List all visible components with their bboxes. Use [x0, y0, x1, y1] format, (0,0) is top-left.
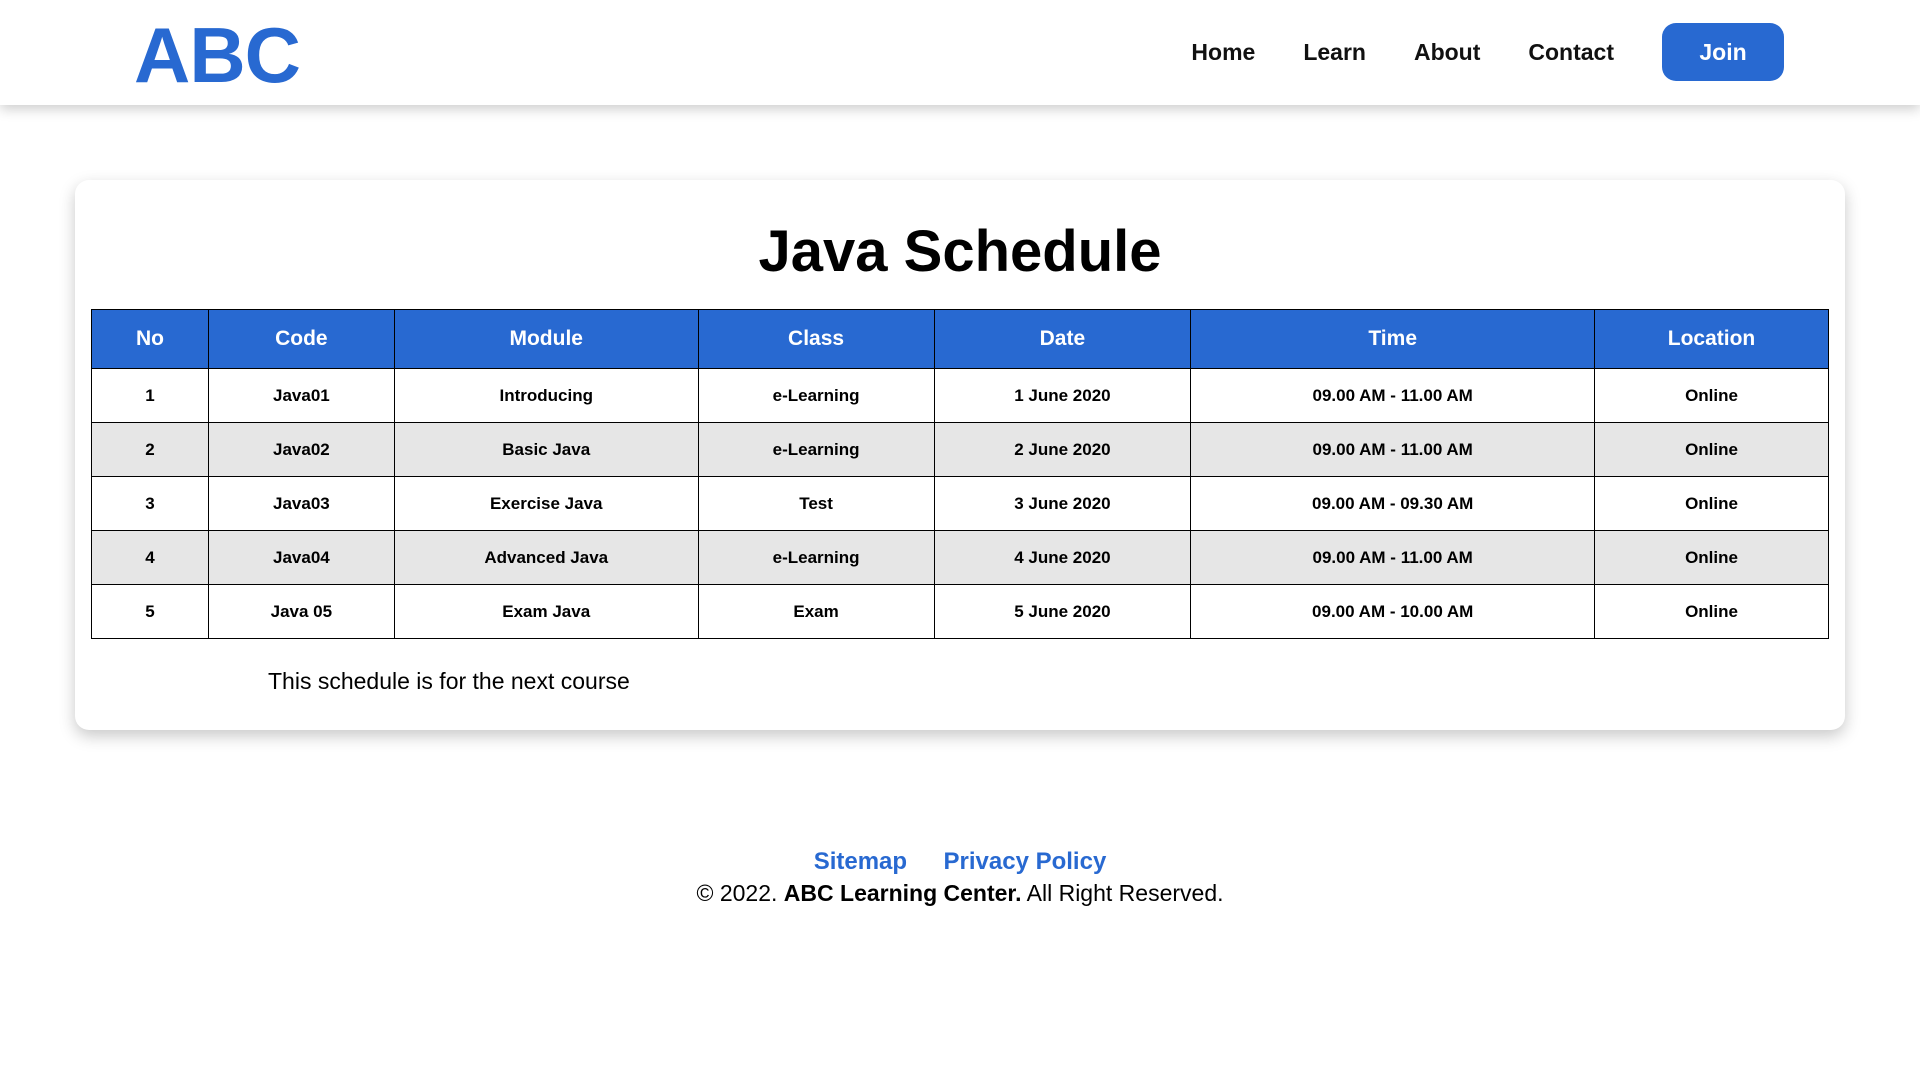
schedule-note: This schedule is for the next course [268, 668, 630, 694]
table-cell: e-Learning [697, 368, 935, 423]
nav-home[interactable]: Home [1191, 39, 1255, 66]
copyright-prefix: © 2022. [696, 880, 778, 906]
table-cell: Online [1594, 530, 1829, 585]
table-cell: 4 [91, 530, 209, 585]
nav-learn[interactable]: Learn [1303, 39, 1366, 66]
table-cell: Test [697, 476, 935, 531]
footer: Sitemap Privacy Policy © 2022. ABC Learn… [0, 848, 1920, 907]
table-cell: 09.00 AM - 09.30 AM [1190, 476, 1596, 531]
column-header: Code [207, 309, 395, 369]
header: ABC Home Learn About Contact Join [0, 0, 1920, 105]
schedule-table: No Code Module Class Date Time Location 1 Java0… [91, 309, 1829, 639]
table-cell: Online [1594, 368, 1829, 423]
table-cell: e-Learning [697, 422, 935, 477]
table-cell: 3 [91, 476, 209, 531]
nav-contact[interactable]: Contact [1528, 39, 1614, 66]
main-nav: Home Learn About Contact Join [1191, 23, 1784, 81]
column-header: Time [1190, 309, 1596, 369]
table-cell: Introducing [393, 368, 699, 423]
column-header: Module [393, 309, 699, 369]
copyright-suffix: All Right Reserved. [1026, 880, 1224, 906]
column-header: Class [697, 309, 935, 369]
table-cell: 5 June 2020 [933, 584, 1192, 639]
table-cell: 2 [91, 422, 209, 477]
copyright-brand: ABC Learning Center. [783, 880, 1022, 906]
table-row: 5 Java 05 Exam Java Exam 5 June 2020 09.00 AM… [91, 584, 1829, 639]
table-row: 2 Java02 Basic Java e-Learning 2 June 2020 09… [91, 422, 1829, 477]
table-cell: Java04 [207, 530, 395, 585]
table-cell: 4 June 2020 [933, 530, 1192, 585]
table-cell: Java 05 [207, 584, 395, 639]
privacy-policy-link[interactable]: Privacy Policy [944, 848, 1107, 875]
table-cell: 09.00 AM - 11.00 AM [1190, 422, 1596, 477]
join-button[interactable]: Join [1662, 23, 1784, 81]
table-cell: 1 June 2020 [933, 368, 1192, 423]
table-cell: Online [1594, 476, 1829, 531]
table-cell: Java02 [207, 422, 395, 477]
table-cell: 3 June 2020 [933, 476, 1192, 531]
table-row: 4 Java04 Advanced Java e-Learning 4 June 202… [91, 530, 1829, 585]
column-header: Location [1594, 309, 1829, 369]
table-cell: e-Learning [697, 530, 935, 585]
table-cell: Exam [697, 584, 935, 639]
table-cell: Exam Java [393, 584, 699, 639]
table-cell: Online [1594, 584, 1829, 639]
schedule-card: Java Schedule No Code Module Class Date Time L… [75, 180, 1845, 730]
table-cell: Java01 [207, 368, 395, 423]
nav-about[interactable]: About [1414, 39, 1480, 66]
table-cell: Exercise Java [393, 476, 699, 531]
table-cell: 2 June 2020 [933, 422, 1192, 477]
table-cell: Basic Java [393, 422, 699, 477]
table-cell: 09.00 AM - 11.00 AM [1190, 530, 1596, 585]
copyright: © 2022. ABC Learning Center. All Right R… [0, 880, 1920, 907]
column-header: Date [933, 309, 1192, 369]
table-cell: 09.00 AM - 11.00 AM [1190, 368, 1596, 423]
table-cell: 1 [91, 368, 209, 423]
table-cell: Java03 [207, 476, 395, 531]
logo[interactable]: ABC [134, 10, 301, 101]
table-cell: 09.00 AM - 10.00 AM [1190, 584, 1596, 639]
sitemap-link[interactable]: Sitemap [814, 848, 907, 875]
table-header-row: No Code Module Class Date Time Location [91, 309, 1829, 369]
table-row: 1 Java01 Introducing e-Learning 1 June 2020 0… [91, 368, 1829, 423]
table-cell: 5 [91, 584, 209, 639]
page-title: Java Schedule [758, 219, 1162, 284]
column-header: No [91, 309, 209, 369]
table-row: 3 Java03 Exercise Java Test 3 June 2020 09.00… [91, 476, 1829, 531]
table-cell: Online [1594, 422, 1829, 477]
table-cell: Advanced Java [393, 530, 699, 585]
